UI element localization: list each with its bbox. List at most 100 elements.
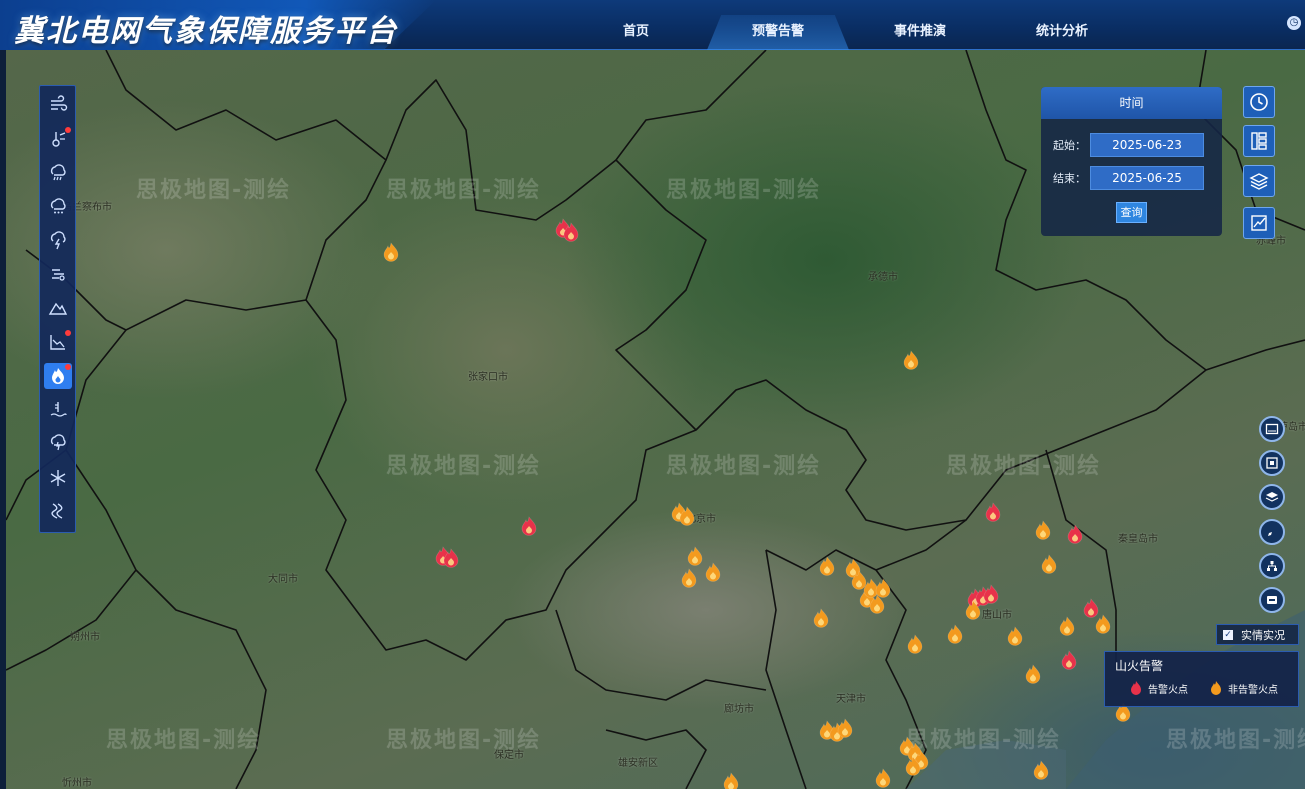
nonalert-fire-marker[interactable] bbox=[818, 556, 836, 576]
fire-icon bbox=[1035, 520, 1051, 540]
fire-icon bbox=[905, 756, 921, 776]
toolbar-drought-button[interactable] bbox=[44, 329, 72, 356]
fire-icon bbox=[687, 546, 703, 566]
nonalert-fire-marker[interactable] bbox=[1024, 664, 1042, 684]
nonalert-fire-marker[interactable] bbox=[1006, 626, 1024, 646]
toolbar-flood-gauge-button[interactable] bbox=[44, 397, 72, 424]
nonalert-fire-marker[interactable] bbox=[722, 772, 740, 789]
toolbar-gale-button[interactable] bbox=[44, 498, 72, 525]
fire-icon bbox=[1061, 650, 1077, 670]
map-watermark: 思极地图-测绘 bbox=[136, 178, 292, 203]
nonalert-fire-marker[interactable] bbox=[680, 568, 698, 588]
nonalert-fire-marker[interactable] bbox=[836, 718, 854, 738]
fire-icon bbox=[907, 634, 923, 654]
layers-icon bbox=[1265, 492, 1279, 502]
fire-icon bbox=[1067, 524, 1083, 544]
end-date-input[interactable] bbox=[1090, 166, 1204, 190]
toolbar-fire-button[interactable] bbox=[43, 362, 72, 390]
toolbar-temperature-button[interactable] bbox=[44, 126, 72, 153]
alert-fire-marker[interactable] bbox=[562, 222, 580, 242]
nonalert-fire-marker[interactable] bbox=[874, 768, 892, 788]
alert-fire-marker[interactable] bbox=[1066, 524, 1084, 544]
alert-fire-marker[interactable] bbox=[442, 548, 460, 568]
tree-list-button[interactable] bbox=[1243, 125, 1275, 157]
query-button[interactable]: 查询 bbox=[1116, 202, 1147, 223]
alert-fire-marker[interactable] bbox=[1060, 650, 1078, 670]
wind-icon bbox=[50, 95, 67, 111]
start-label: 起始： bbox=[1053, 139, 1086, 152]
alert-fire-marker[interactable] bbox=[984, 502, 1002, 522]
nonalert-fire-marker[interactable] bbox=[904, 756, 922, 776]
nav-warning[interactable]: 预警告警 bbox=[707, 15, 849, 50]
city-label: 秦皇岛市 bbox=[1118, 534, 1158, 545]
chart-edit-button[interactable] bbox=[1243, 207, 1275, 239]
city-label: 大同市 bbox=[268, 574, 298, 585]
alert-dot bbox=[64, 126, 71, 133]
clock-icon[interactable]: ◷ bbox=[1287, 16, 1301, 30]
toolbar-ice-button[interactable] bbox=[44, 464, 72, 491]
fire-icon bbox=[51, 368, 64, 385]
basemap-layers-button[interactable] bbox=[1259, 484, 1285, 510]
print-icon bbox=[1267, 596, 1277, 604]
alert-dot bbox=[64, 363, 71, 370]
layers-button[interactable] bbox=[1243, 165, 1275, 197]
screenshot-button[interactable] bbox=[1259, 450, 1285, 476]
fire-icon bbox=[679, 506, 695, 526]
nonalert-fire-marker[interactable] bbox=[1058, 616, 1076, 636]
fire-icon bbox=[813, 608, 829, 628]
nonalert-fire-marker[interactable] bbox=[964, 600, 982, 620]
nonalert-fire-marker[interactable] bbox=[946, 624, 964, 644]
fire-icon bbox=[1059, 616, 1075, 636]
drought-icon bbox=[49, 335, 65, 350]
toolbar-landslide-button[interactable] bbox=[44, 295, 72, 322]
city-label: 廊坊市 bbox=[724, 704, 754, 715]
map-watermark: 思极地图-测绘 bbox=[666, 454, 822, 479]
toolbar-hail-button[interactable] bbox=[44, 430, 72, 457]
nonalert-fire-marker[interactable] bbox=[874, 578, 892, 598]
nonalert-fire-marker[interactable] bbox=[1034, 520, 1052, 540]
start-date-input[interactable] bbox=[1090, 133, 1204, 157]
city-label: 保定市 bbox=[494, 750, 524, 761]
fire-icon bbox=[819, 556, 835, 576]
nonalert-fire-marker[interactable] bbox=[906, 634, 924, 654]
history-clock-button[interactable] bbox=[1243, 86, 1275, 118]
layers-icon bbox=[1249, 173, 1269, 190]
gale-icon bbox=[50, 503, 62, 520]
nonalert-fire-marker[interactable] bbox=[678, 506, 696, 526]
nav-home[interactable]: 首页 bbox=[565, 0, 707, 50]
fire-icon bbox=[965, 600, 981, 620]
landslide-icon bbox=[48, 303, 67, 316]
fire-icon bbox=[383, 242, 399, 262]
toolbar-typhoon-button[interactable] bbox=[44, 261, 72, 288]
toolbar-thunder-button[interactable] bbox=[44, 227, 72, 254]
map-watermark: 思极地图-测绘 bbox=[666, 178, 822, 203]
print-button[interactable] bbox=[1259, 587, 1285, 613]
map-frame-button[interactable] bbox=[1259, 416, 1285, 442]
live-checkbox[interactable]: ✓ bbox=[1223, 629, 1233, 640]
live-conditions-toggle[interactable]: ✓ 实情实况 bbox=[1216, 624, 1299, 645]
nonalert-fire-marker[interactable] bbox=[704, 562, 722, 582]
toolbar-wind-button[interactable] bbox=[44, 92, 72, 119]
fire-icon bbox=[521, 516, 537, 536]
alert-fire-marker[interactable] bbox=[982, 584, 1000, 604]
fire-icon bbox=[443, 548, 459, 568]
nonalert-fire-marker[interactable] bbox=[1032, 760, 1050, 780]
org-tree-button[interactable] bbox=[1259, 553, 1285, 579]
city-label: 张家口市 bbox=[468, 372, 508, 383]
nonalert-fire-marker[interactable] bbox=[1040, 554, 1058, 574]
nav-statistics[interactable]: 统计分析 bbox=[991, 0, 1133, 50]
alert-fire-marker[interactable] bbox=[520, 516, 538, 536]
nav-event-simulation[interactable]: 事件推演 bbox=[849, 0, 991, 50]
nonalert-fire-marker[interactable] bbox=[812, 608, 830, 628]
toolbar-snow-cloud-button[interactable] bbox=[44, 194, 72, 221]
fire-icon bbox=[875, 578, 891, 598]
nonalert-fire-marker[interactable] bbox=[1094, 614, 1112, 634]
toolbar-rain-button[interactable] bbox=[44, 160, 72, 187]
nonalert-fire-marker[interactable] bbox=[902, 350, 920, 370]
nonalert-fire-icon bbox=[1211, 681, 1221, 695]
rocket-button[interactable] bbox=[1259, 519, 1285, 545]
nonalert-fire-marker[interactable] bbox=[382, 242, 400, 262]
nonalert-fire-marker[interactable] bbox=[686, 546, 704, 566]
alert-dot bbox=[64, 329, 71, 336]
flood-gauge-icon bbox=[50, 401, 67, 417]
